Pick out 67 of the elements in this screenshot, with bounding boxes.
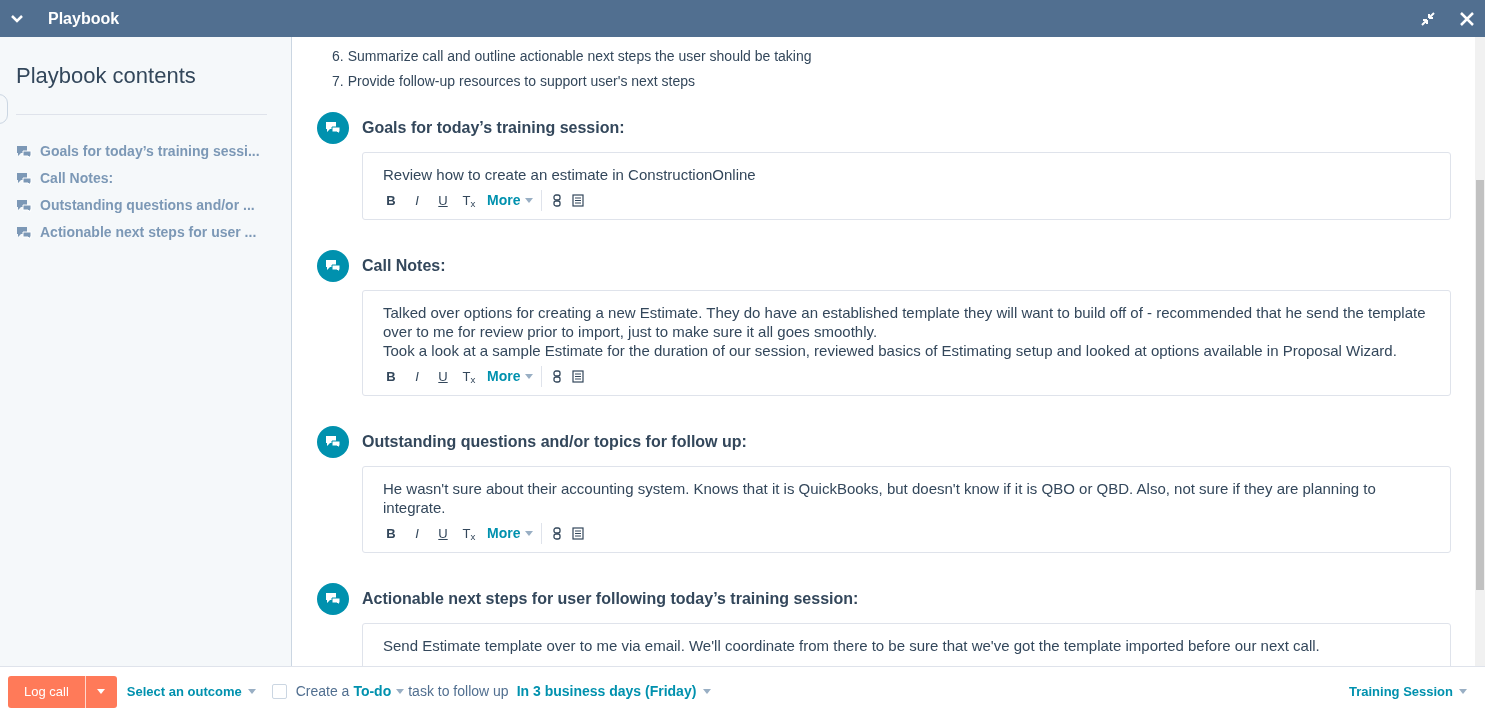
format-button[interactable]: T$_{x}$ bbox=[461, 190, 477, 211]
list-number: 7. bbox=[332, 72, 344, 91]
answer-field[interactable]: Review how to create an estimate in ConstructionOnline B I U T$_{x}$ More bbox=[362, 152, 1451, 220]
caret-icon bbox=[97, 689, 106, 694]
close-icon[interactable] bbox=[1459, 10, 1475, 27]
due-date-dropdown[interactable]: In 3 business days (Friday) bbox=[516, 681, 712, 702]
format-button[interactable]: B bbox=[383, 190, 399, 211]
answer-text: Talked over options for creating a new Estimate. They do have an established template they will want to build off of - recommended that he send the template over to me for review prior to import, just to make sure it all goes smoothly. bbox=[383, 303, 1427, 341]
document-icon[interactable] bbox=[572, 194, 585, 207]
caret-icon bbox=[396, 689, 405, 694]
task-label: Create a bbox=[295, 682, 350, 701]
window-title: Playbook bbox=[48, 8, 120, 29]
answer-text: Took a look at a sample Estimate for the duration of our session, reviewed basics of Estimating setup and looked at options available in Proposal Wizard. bbox=[383, 341, 1398, 360]
format-button[interactable]: I bbox=[409, 190, 425, 211]
question-icon bbox=[317, 583, 349, 615]
link-icon[interactable] bbox=[552, 194, 563, 207]
more-button[interactable]: More bbox=[487, 190, 543, 211]
format-button[interactable]: I bbox=[409, 366, 425, 387]
caret-icon bbox=[703, 689, 712, 694]
task-type-dropdown[interactable]: To-do bbox=[353, 681, 405, 702]
question-icon bbox=[317, 426, 349, 458]
answer-text: Send Estimate template over to me via email. We'll coordinate from there to be sure that we've got the template imported before our next call. bbox=[383, 636, 1321, 655]
link-icon[interactable] bbox=[552, 527, 563, 540]
call-type-dropdown[interactable]: Training Session bbox=[1348, 681, 1467, 702]
caret-icon bbox=[525, 531, 534, 536]
log-options-button[interactable] bbox=[84, 675, 117, 708]
list-item-text: Provide follow-up resources to support user's next steps bbox=[347, 72, 696, 91]
question-heading: Goals for today’s training session: bbox=[362, 118, 625, 138]
more-button[interactable]: More bbox=[487, 366, 543, 387]
answer-text: He wasn't sure about their accounting system. Knows that it is QuickBooks, but doesn't know if it is QBO or QBD. Also, not sure if they are planning to integrate. bbox=[383, 479, 1377, 517]
chevron-down-icon[interactable] bbox=[10, 13, 24, 24]
question-heading: Call Notes: bbox=[362, 256, 446, 276]
question-icon bbox=[317, 112, 349, 144]
list-number: 6. bbox=[332, 47, 344, 66]
task-checkbox[interactable] bbox=[271, 684, 287, 699]
document-icon[interactable] bbox=[572, 370, 585, 383]
caret-icon bbox=[525, 198, 534, 203]
sidebar-title: Playbook contents bbox=[16, 62, 267, 115]
caret-icon bbox=[525, 374, 534, 379]
task-label: task to follow up bbox=[408, 682, 509, 701]
answer-field[interactable] bbox=[362, 290, 1451, 396]
question-heading: Outstanding questions and/or topics for follow up: bbox=[362, 432, 747, 452]
question-icon bbox=[317, 250, 349, 282]
caret-icon bbox=[1459, 689, 1467, 694]
format-button[interactable]: T$_{x}$ bbox=[461, 366, 477, 387]
question-heading: Actionable next steps for user following today’s training session: bbox=[362, 589, 859, 609]
document-icon[interactable] bbox=[572, 527, 585, 540]
format-button[interactable]: U bbox=[435, 190, 451, 211]
answer-field[interactable]: He wasn't sure about their accounting system. Knows that it is QuickBooks, but doesn't know if it is QBO or QBD. Also, not sure if they are planning to integrate. B I U T$_{x}$ More bbox=[362, 466, 1451, 553]
chat-bubbles-icon bbox=[16, 144, 32, 159]
answer-text: Review how to create an estimate in ConstructionOnline bbox=[383, 165, 757, 184]
more-button[interactable]: More bbox=[487, 523, 543, 544]
link-icon[interactable] bbox=[552, 370, 563, 383]
answer-field[interactable]: Send Estimate template over to me via email. We'll coordinate from there to be sure that we've got the template imported before our next call. bbox=[362, 623, 1451, 666]
chat-bubbles-icon bbox=[16, 171, 32, 186]
chat-bubbles-icon bbox=[16, 198, 32, 213]
outcome-dropdown[interactable]: Select an outcome bbox=[126, 681, 256, 702]
chat-bubbles-icon bbox=[16, 225, 32, 240]
caret-icon bbox=[247, 689, 256, 694]
format-button[interactable]: B bbox=[383, 523, 399, 544]
format-button[interactable]: U bbox=[435, 523, 451, 544]
list-item-text: Summarize call and outline actionable next steps the user should be taking bbox=[347, 47, 812, 66]
minimize-icon[interactable] bbox=[1421, 11, 1435, 26]
format-button[interactable]: T$_{x}$ bbox=[461, 523, 477, 544]
format-button[interactable]: U bbox=[435, 366, 451, 387]
format-button[interactable]: I bbox=[409, 523, 425, 544]
format-button[interactable]: B bbox=[383, 366, 399, 387]
